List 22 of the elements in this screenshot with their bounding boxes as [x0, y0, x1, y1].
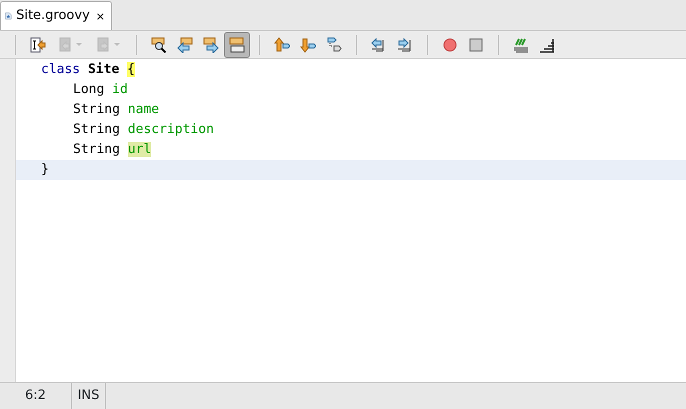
- code-line: String description: [72, 121, 215, 139]
- code-line: class Site {: [40, 61, 136, 79]
- editor-tab[interactable]: Site.groovy ×: [0, 1, 112, 30]
- up-arrow-icon: [274, 36, 290, 52]
- insert-mode: INS: [72, 383, 106, 409]
- caret-icon: [114, 43, 120, 46]
- down-arrow-icon: [300, 36, 316, 52]
- tag-icon: [326, 36, 342, 52]
- code-line: String name: [72, 101, 160, 119]
- find-previous-icon: [177, 36, 193, 52]
- search-icon: [151, 36, 167, 52]
- jump-back-icon: [30, 36, 46, 52]
- tab-label: Site.groovy: [16, 7, 90, 26]
- caret-icon: [76, 43, 82, 46]
- close-button[interactable]: ×: [94, 10, 107, 22]
- find-next-icon: [203, 36, 219, 52]
- shift-right-icon: [397, 36, 413, 52]
- record-icon: [442, 36, 458, 52]
- code-line: Long id: [72, 81, 129, 99]
- code-line: String url: [72, 141, 152, 159]
- cursor-position: 6:2: [0, 383, 72, 409]
- stop-icon: [468, 36, 484, 52]
